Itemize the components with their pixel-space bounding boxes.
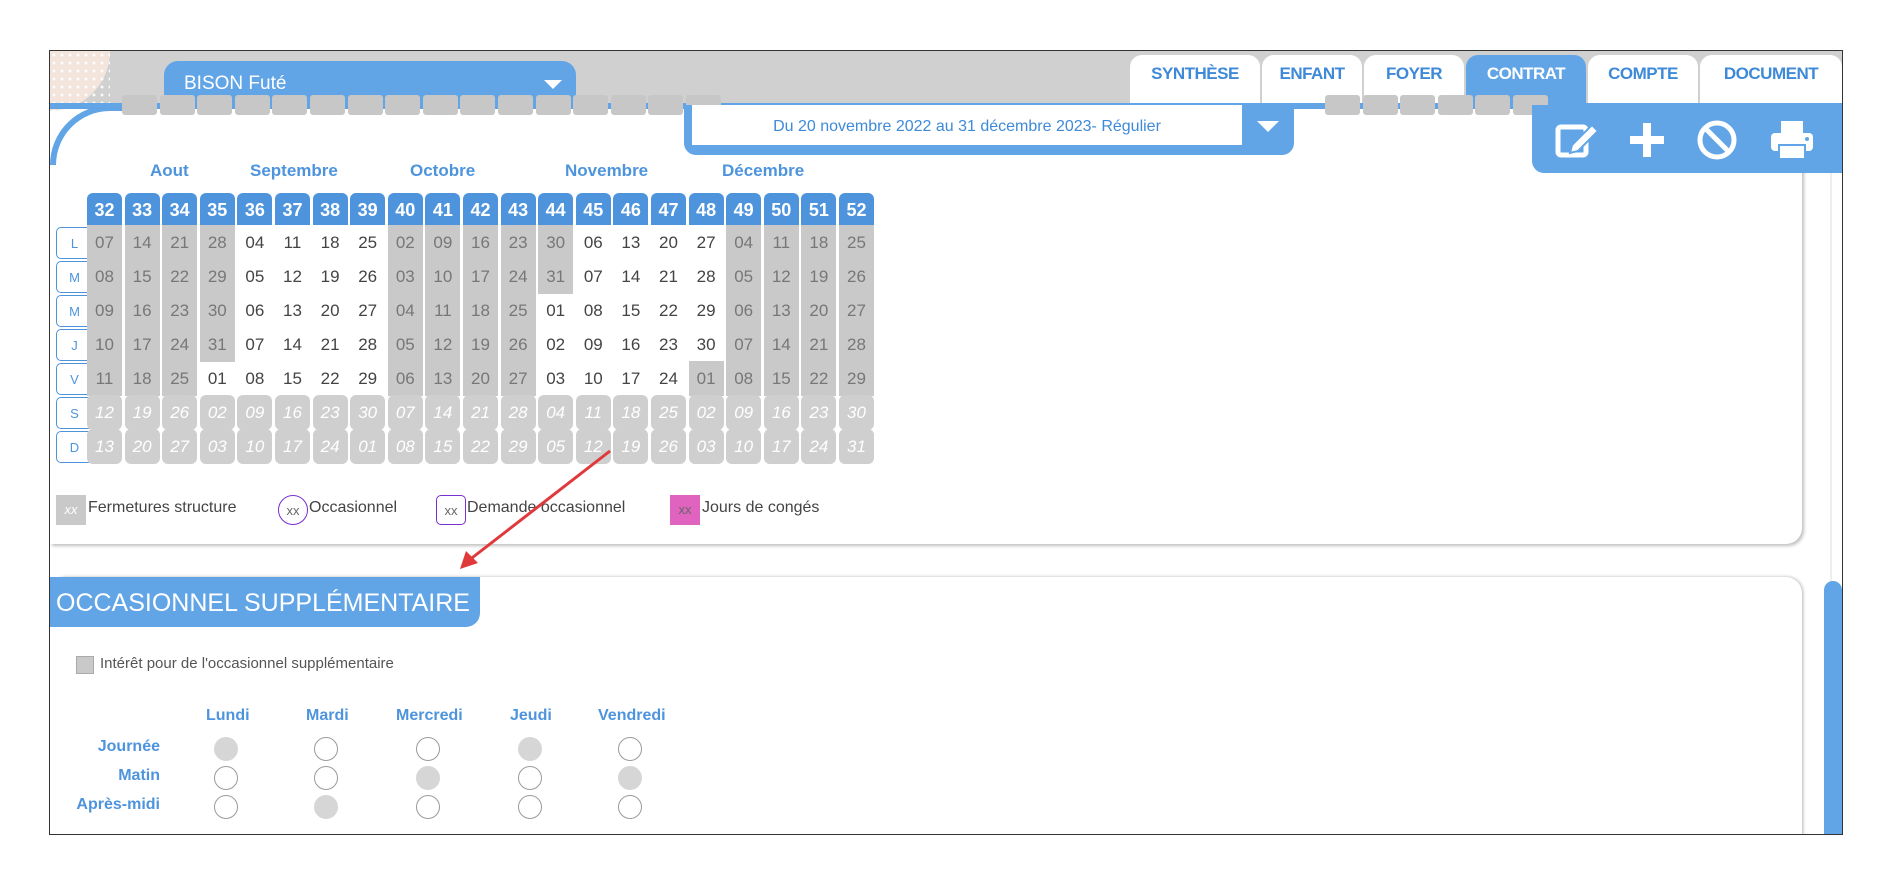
annotation-arrow	[460, 449, 611, 569]
app-window: BISON Futé SYNTHÈSE ENFANT FOYER CONTRAT…	[49, 50, 1843, 835]
